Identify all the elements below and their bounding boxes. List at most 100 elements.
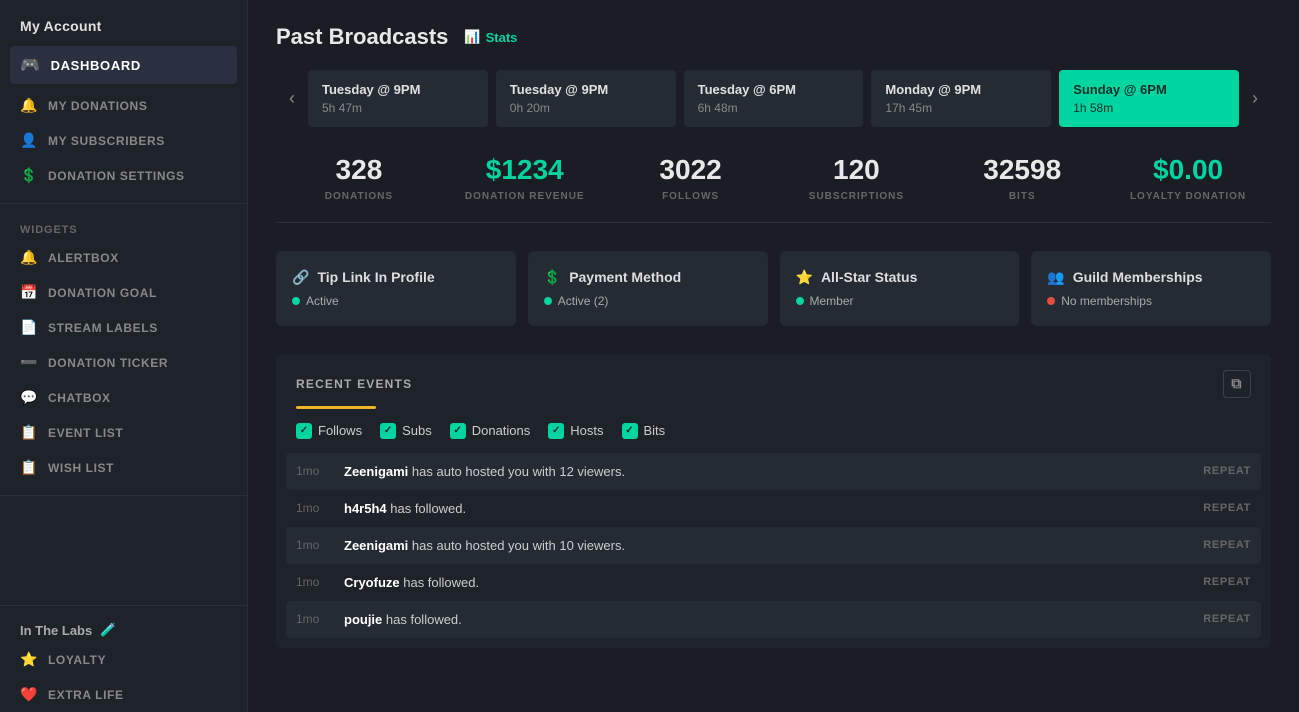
event-row: 1mo Zeenigami has auto hosted you with 1… [286, 453, 1261, 490]
sidebar-item-extra-life[interactable]: ❤️ EXTRA LIFE [0, 677, 247, 712]
bits-checkbox[interactable]: ✓ [622, 423, 638, 439]
stats-row: 328 DONATIONS $1234 DONATION REVENUE 302… [276, 155, 1271, 223]
all-star-icon: ⭐ [796, 269, 813, 286]
widget-card-tip-link[interactable]: 🔗 Tip Link In Profile Active [276, 251, 516, 326]
hosts-checkbox[interactable]: ✓ [548, 423, 564, 439]
broadcast-slot-3[interactable]: Monday @ 9PM 17h 45m [871, 70, 1051, 127]
event-repeat-button[interactable]: REPEAT [1203, 465, 1251, 477]
stats-link[interactable]: 📊 Stats [464, 29, 517, 45]
recent-events-section: RECENT EVENTS ⧉ ✓ Follows ✓ Subs ✓ Donat… [276, 354, 1271, 648]
event-row: 1mo h4r5h4 has followed. REPEAT [286, 490, 1261, 527]
event-time: 1mo [296, 575, 328, 589]
stat-label: DONATION REVENUE [442, 191, 608, 202]
event-row: 1mo Cryofuze has followed. REPEAT [286, 564, 1261, 601]
page-title: Past Broadcasts [276, 24, 448, 50]
stat-label: BITS [939, 191, 1105, 202]
filter-bits[interactable]: ✓ Bits [622, 423, 666, 439]
sidebar-item-label: WISH LIST [48, 461, 114, 475]
widget-card-guild-memberships[interactable]: 👥 Guild Memberships No memberships [1031, 251, 1271, 326]
event-repeat-button[interactable]: REPEAT [1203, 539, 1251, 551]
event-description: has followed. [400, 575, 480, 590]
stat-label: DONATIONS [276, 191, 442, 202]
stat-label: LOYALTY DONATION [1105, 191, 1271, 202]
event-time: 1mo [296, 464, 328, 478]
sidebar-item-chatbox[interactable]: 💬 CHATBOX [0, 380, 247, 415]
sidebar-item-label: EXTRA LIFE [48, 688, 124, 702]
broadcast-slot-1[interactable]: Tuesday @ 9PM 0h 20m [496, 70, 676, 127]
sidebar-item-wish-list[interactable]: 📋 WISH LIST [0, 450, 247, 485]
widget-card-top: 👥 Guild Memberships [1047, 269, 1255, 286]
stat-value: $0.00 [1105, 155, 1271, 186]
status-dot-green [796, 297, 804, 305]
broadcast-slot-2[interactable]: Tuesday @ 6PM 6h 48m [684, 70, 864, 127]
filter-donations[interactable]: ✓ Donations [450, 423, 531, 439]
sidebar-item-label: EVENT LIST [48, 426, 123, 440]
in-labs-header: In The Labs 🧪 [0, 612, 247, 642]
event-row: 1mo Zeenigami has auto hosted you with 1… [286, 527, 1261, 564]
sidebar-item-donation-goal[interactable]: 📅 DONATION GOAL [0, 275, 247, 310]
dashboard-label: DASHBOARD [51, 58, 141, 73]
sidebar-item-event-list[interactable]: 📋 EVENT LIST [0, 415, 247, 450]
event-repeat-button[interactable]: REPEAT [1203, 502, 1251, 514]
stat-donation-revenue: $1234 DONATION REVENUE [442, 155, 608, 202]
slot-duration: 5h 47m [322, 101, 474, 115]
widget-card-status: Active [292, 294, 500, 308]
event-description: has auto hosted you with 12 viewers. [408, 464, 625, 479]
carousel-prev-button[interactable]: ‹ [276, 75, 308, 123]
broadcast-slot-4[interactable]: Sunday @ 6PM 1h 58m [1059, 70, 1239, 127]
widget-card-top: ⭐ All-Star Status [796, 269, 1004, 286]
sidebar-item-donation-ticker[interactable]: ➖ DONATION TICKER [0, 345, 247, 380]
sidebar-item-label: DONATION TICKER [48, 356, 168, 370]
event-time: 1mo [296, 538, 328, 552]
donation-ticker-icon: ➖ [20, 354, 38, 371]
subs-label: Subs [402, 423, 432, 438]
event-repeat-button[interactable]: REPEAT [1203, 613, 1251, 625]
event-repeat-button[interactable]: REPEAT [1203, 576, 1251, 588]
donations-label: Donations [472, 423, 531, 438]
widget-card-status: Active (2) [544, 294, 752, 308]
extra-life-icon: ❤️ [20, 686, 38, 703]
stat-label: FOLLOWS [608, 191, 774, 202]
status-dot-red [1047, 297, 1055, 305]
event-time: 1mo [296, 612, 328, 626]
subs-checkbox[interactable]: ✓ [380, 423, 396, 439]
event-text: h4r5h4 has followed. [344, 501, 1187, 516]
slot-day: Monday @ 9PM [885, 82, 1037, 97]
guild-icon: 👥 [1047, 269, 1064, 286]
sidebar-item-my-subscribers[interactable]: 👤 MY SUBSCRIBERS [0, 123, 247, 158]
sidebar-item-stream-labels[interactable]: 📄 STREAM LABELS [0, 310, 247, 345]
follows-checkbox[interactable]: ✓ [296, 423, 312, 439]
filter-follows[interactable]: ✓ Follows [296, 423, 362, 439]
donations-checkbox[interactable]: ✓ [450, 423, 466, 439]
widget-card-status: No memberships [1047, 294, 1255, 308]
widget-card-title: Tip Link In Profile [317, 269, 434, 285]
broadcast-slot-0[interactable]: Tuesday @ 9PM 5h 47m [308, 70, 488, 127]
event-text: Cryofuze has followed. [344, 575, 1187, 590]
status-text: Active [306, 294, 339, 308]
event-actor: Cryofuze [344, 575, 400, 590]
sidebar-item-alertbox[interactable]: 🔔 ALERTBOX [0, 240, 247, 275]
stats-link-label: Stats [486, 30, 518, 45]
sidebar-item-my-donations[interactable]: 🔔 MY DONATIONS [0, 88, 247, 123]
widget-card-payment-method[interactable]: 💲 Payment Method Active (2) [528, 251, 768, 326]
event-list-icon: 📋 [20, 424, 38, 441]
filter-hosts[interactable]: ✓ Hosts [548, 423, 603, 439]
flask-icon: 🧪 [100, 622, 116, 638]
sidebar-item-donation-settings[interactable]: 💲 DONATION SETTINGS [0, 158, 247, 193]
filter-subs[interactable]: ✓ Subs [380, 423, 432, 439]
status-dot-green [292, 297, 300, 305]
slot-duration: 6h 48m [698, 101, 850, 115]
copy-button[interactable]: ⧉ [1223, 370, 1251, 398]
sidebar-item-loyalty[interactable]: ⭐ LOYALTY [0, 642, 247, 677]
dashboard-button[interactable]: 🎮 DASHBOARD [10, 46, 237, 84]
slot-day: Tuesday @ 6PM [698, 82, 850, 97]
carousel-next-button[interactable]: › [1239, 75, 1271, 123]
widgets-section-label: Widgets [0, 214, 247, 240]
status-dot-green [544, 297, 552, 305]
broadcast-slots: Tuesday @ 9PM 5h 47m Tuesday @ 9PM 0h 20… [308, 70, 1239, 127]
status-text: Member [810, 294, 854, 308]
main-content: Past Broadcasts 📊 Stats ‹ Tuesday @ 9PM … [248, 0, 1299, 712]
stat-value: 328 [276, 155, 442, 186]
stat-value: 3022 [608, 155, 774, 186]
widget-card-all-star[interactable]: ⭐ All-Star Status Member [780, 251, 1020, 326]
